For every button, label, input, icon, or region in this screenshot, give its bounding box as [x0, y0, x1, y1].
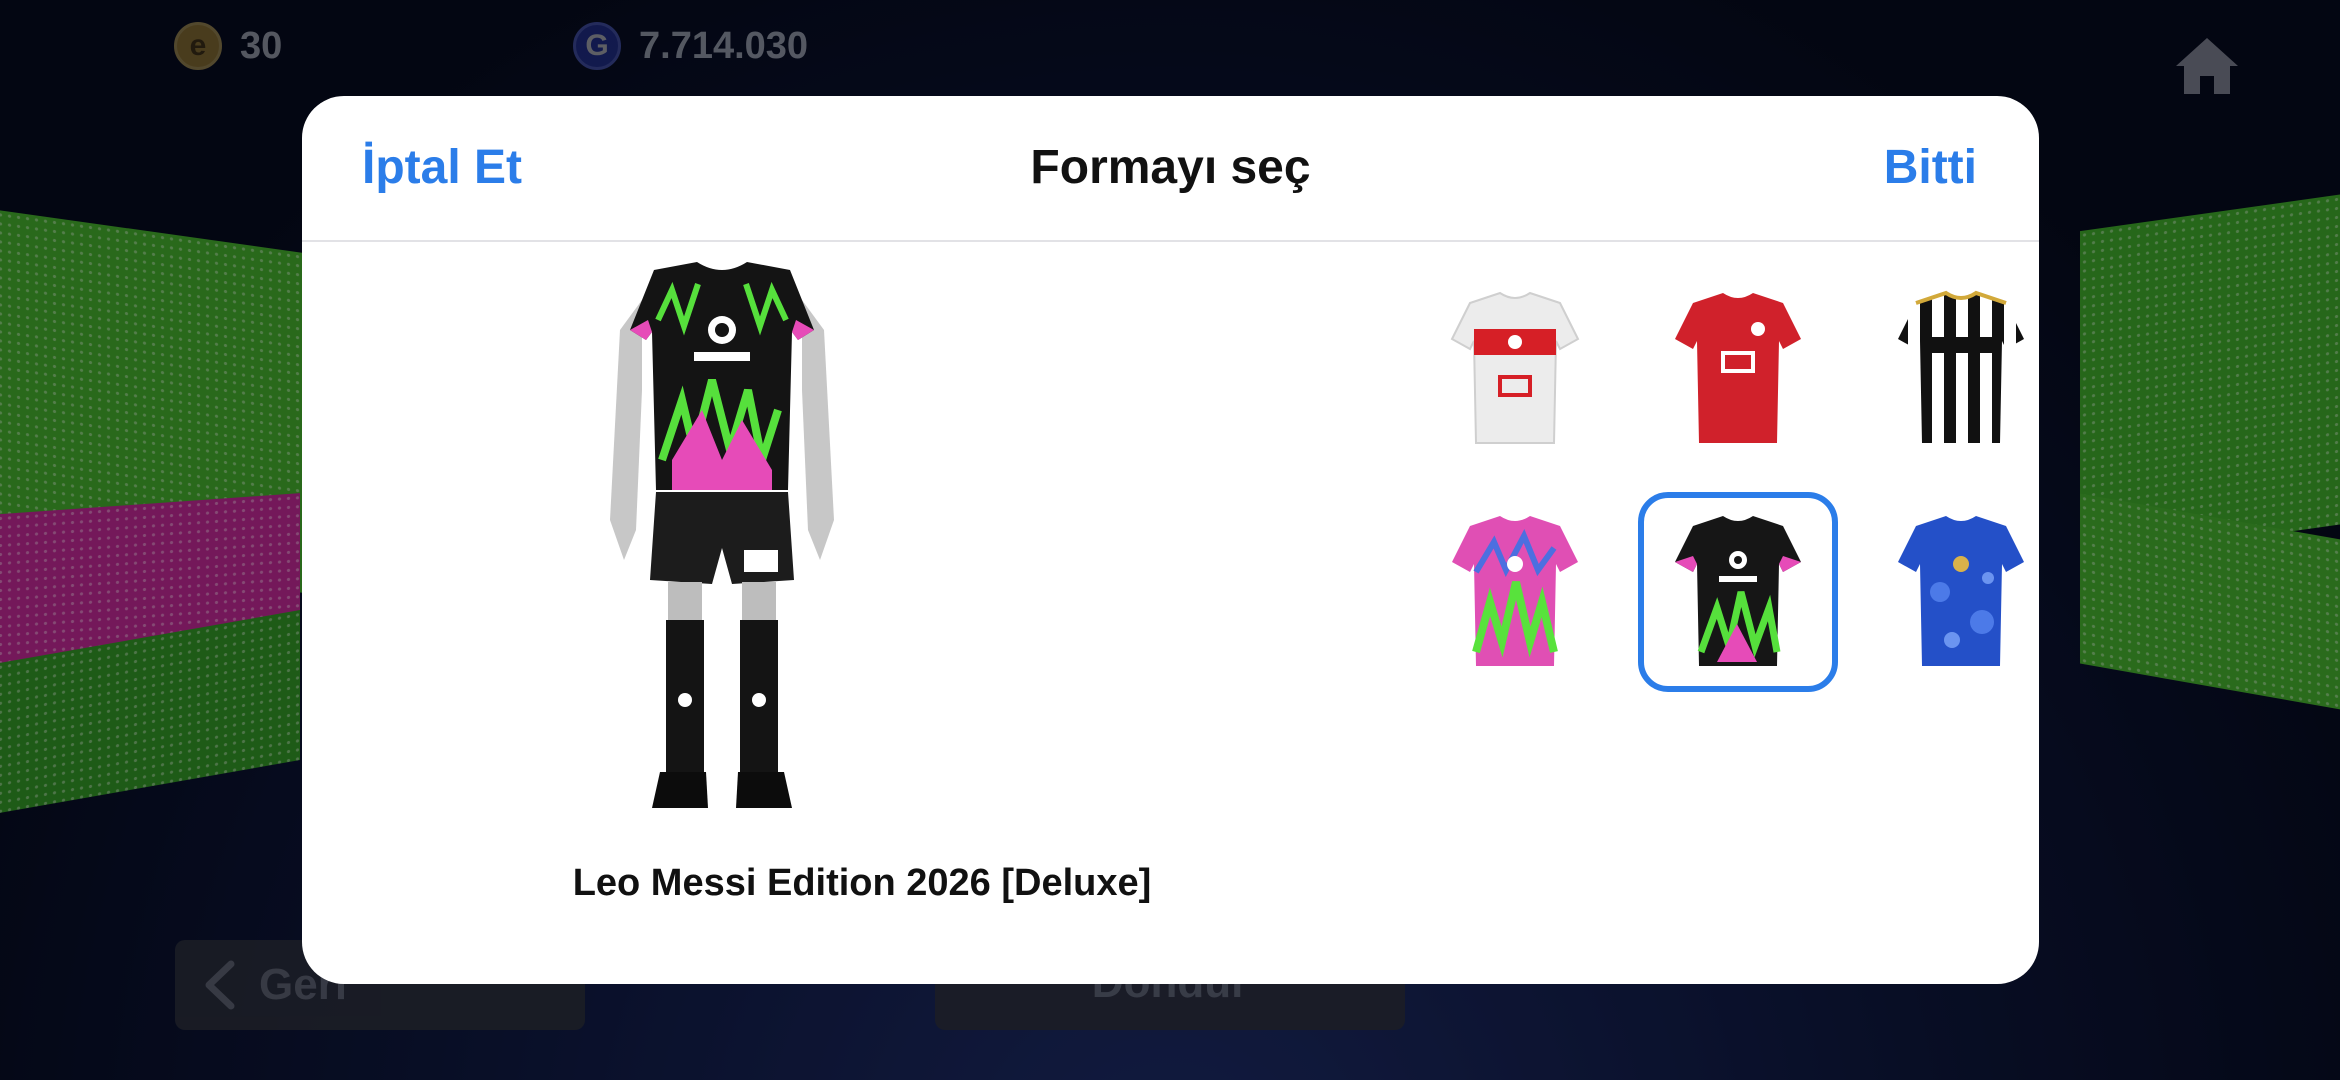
kit-select-modal: İptal Et Formayı seç Bitti Leo Messi Edi…	[302, 96, 2039, 984]
kit-option-turkey-away[interactable]	[1415, 269, 1615, 469]
selected-kit-name: Leo Messi Edition 2026 [Deluxe]	[572, 862, 1152, 904]
kit-option-messi-black[interactable]	[1638, 492, 1838, 692]
kit-option-blue-pattern[interactable]	[1861, 492, 2039, 692]
modal-title: Formayı seç	[1030, 141, 1311, 194]
kit-option-turkey-home[interactable]	[1638, 269, 1838, 469]
done-button[interactable]: Bitti	[1884, 140, 1977, 195]
kit-preview-mannequin	[602, 260, 842, 920]
kit-option-black-white-stripes[interactable]	[1861, 269, 2039, 469]
kit-option-messi-pink-green[interactable]	[1415, 492, 1615, 692]
modal-header: İptal Et Formayı seç Bitti	[302, 96, 2039, 242]
